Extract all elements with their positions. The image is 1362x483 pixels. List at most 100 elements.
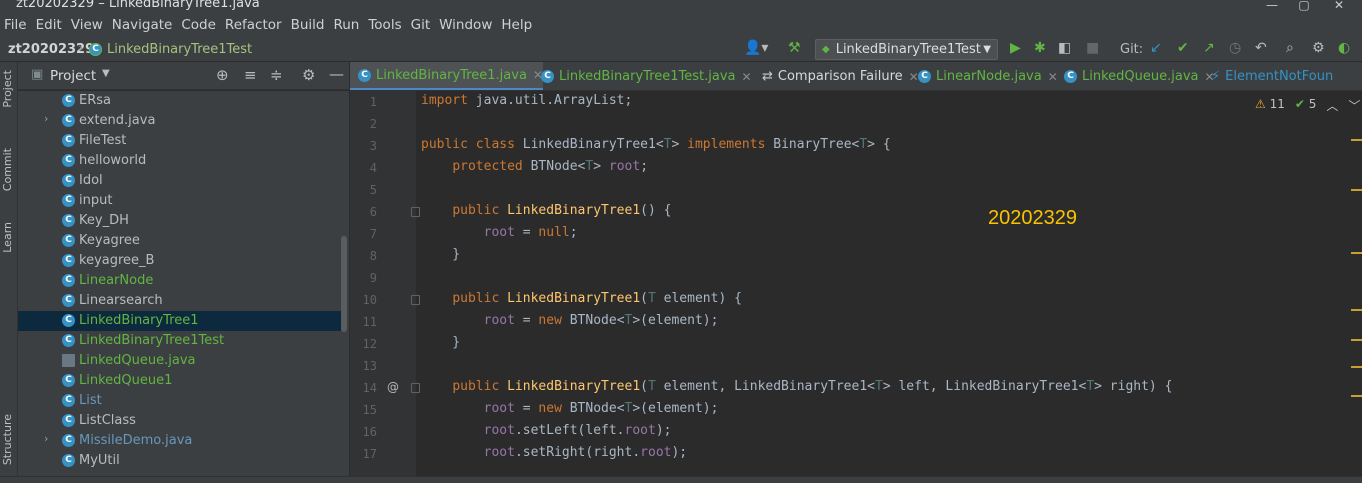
tree-item[interactable]: C Keyagree <box>18 231 341 251</box>
menu-file[interactable]: File <box>2 17 34 33</box>
editor-tab[interactable]: C LinkedBinaryTree1.java ✕ <box>350 62 543 90</box>
fold-marker-icon[interactable] <box>411 207 420 217</box>
code-line[interactable]: import java.util.ArrayList; <box>421 93 632 108</box>
run-configuration-select[interactable]: ◆ LinkedBinaryTree1Test ▼ <box>815 39 998 60</box>
menu-view[interactable]: View <box>69 17 110 33</box>
menu-refactor[interactable]: Refactor <box>223 17 289 33</box>
editor-tab[interactable]: ⚡ ElementNotFoun <box>1203 62 1333 90</box>
tree-item[interactable]: C List <box>18 391 341 411</box>
code-line[interactable]: } <box>421 335 460 350</box>
debug-icon[interactable]: ✱ <box>1034 40 1046 60</box>
settings-gear-icon[interactable]: ⚙ <box>1312 40 1325 60</box>
maximize-icon[interactable]: ▢ <box>1290 0 1318 12</box>
code-line[interactable]: root.setRight(right.root); <box>421 445 688 460</box>
code-line[interactable]: root = new BTNode<T>(element); <box>421 313 719 328</box>
inspection-widget[interactable]: ⚠ 11 ✔ 5 ︿ ﹀ <box>1255 97 1360 114</box>
plugin-icon[interactable]: ◐ <box>1338 40 1350 60</box>
tree-item[interactable]: Ckeyagree_B <box>18 251 341 271</box>
code-line[interactable]: } <box>421 247 460 262</box>
tree-item[interactable]: C ListClass <box>18 411 341 431</box>
chevron-up-icon[interactable]: ︿ <box>1326 97 1338 114</box>
fold-marker-icon[interactable] <box>411 295 420 305</box>
error-stripe-mark[interactable] <box>1351 366 1362 368</box>
breadcrumb-file[interactable]: C LinkedBinaryTree1Test <box>89 42 252 57</box>
error-stripe-mark[interactable] <box>1351 309 1362 311</box>
editor-tab[interactable]: C LinkedQueue.java ✕ <box>1056 62 1215 90</box>
user-icon[interactable]: 👤▾ <box>744 40 768 60</box>
error-stripe-mark[interactable] <box>1351 339 1362 341</box>
menu-window[interactable]: Window <box>437 17 499 33</box>
tree-item[interactable]: C Idol <box>18 171 341 191</box>
chevron-down-icon[interactable]: ▼ <box>102 68 110 79</box>
editor-tab[interactable]: C LinkedBinaryTree1Test.java ✕ <box>533 62 752 90</box>
tree-item[interactable]: › Cextend.java <box>18 111 341 131</box>
rollback-icon[interactable]: ↶ <box>1255 40 1267 60</box>
menu-navigate[interactable]: Navigate <box>110 17 180 33</box>
tool-window-commit[interactable]: Commit <box>1 148 14 191</box>
code-line[interactable]: root = new BTNode<T>(element); <box>421 401 719 416</box>
tree-item[interactable]: LinkedQueue.java <box>18 351 341 371</box>
tree-item[interactable]: C LinearNode <box>18 271 341 291</box>
code-line[interactable]: root.setLeft(left.root); <box>421 423 672 438</box>
build-hammer-icon[interactable]: ⚒ <box>788 40 801 60</box>
coverage-icon[interactable]: ◧ <box>1058 40 1071 60</box>
expand-arrow-icon[interactable]: › <box>44 432 48 445</box>
project-view-selector[interactable]: Project <box>50 68 96 84</box>
tree-item[interactable]: C LinkedQueue1 <box>18 371 341 391</box>
tree-item[interactable]: › C MissileDemo.java <box>18 431 341 451</box>
code-line[interactable]: root = null; <box>421 225 578 240</box>
tree-item[interactable]: Cinput <box>18 191 341 211</box>
minimize-icon[interactable]: — <box>1258 0 1286 12</box>
code-line[interactable]: public LinkedBinaryTree1(T element) { <box>421 291 742 306</box>
tree-item[interactable]: C LinkedBinaryTree1 <box>18 311 341 331</box>
chevron-down-icon[interactable]: ﹀ <box>1348 97 1360 114</box>
run-icon[interactable]: ▶ <box>1010 40 1021 60</box>
menu-tools[interactable]: Tools <box>366 17 408 33</box>
tree-item[interactable]: C Key_DH <box>18 211 341 231</box>
gear-icon[interactable]: ⚙ <box>302 66 315 84</box>
menu-edit[interactable]: Edit <box>34 17 69 33</box>
expand-arrow-icon[interactable]: › <box>44 112 48 125</box>
tree-item[interactable]: C LinkedBinaryTree1Test <box>18 331 341 351</box>
collapse-all-icon[interactable]: ≑ <box>270 66 283 84</box>
tool-window-project[interactable]: Project <box>1 70 14 108</box>
stop-icon[interactable]: ■ <box>1086 40 1099 60</box>
locate-icon[interactable]: ⊕ <box>216 66 229 84</box>
git-commit-icon[interactable]: ✔ <box>1177 40 1189 60</box>
menu-git[interactable]: Git <box>409 17 438 33</box>
tree-item[interactable]: C FileTest <box>18 131 341 151</box>
hide-panel-icon[interactable]: — <box>329 65 344 83</box>
error-stripe-mark[interactable] <box>1351 395 1362 397</box>
menu-build[interactable]: Build <box>289 17 332 33</box>
tool-window-structure[interactable]: Structure <box>1 414 14 465</box>
code-line[interactable]: public LinkedBinaryTree1() { <box>421 203 671 218</box>
git-push-icon[interactable]: ↗ <box>1203 40 1215 60</box>
error-stripe-mark[interactable] <box>1351 139 1362 141</box>
menu-run[interactable]: Run <box>331 17 366 33</box>
tree-item[interactable]: C ERsa <box>18 91 341 111</box>
expand-all-icon[interactable]: ≡ <box>244 66 257 84</box>
override-gutter-icon[interactable]: @ <box>387 380 399 394</box>
error-stripe-mark[interactable] <box>1351 252 1362 254</box>
close-tab-icon[interactable]: ✕ <box>742 70 752 84</box>
fold-marker-icon[interactable] <box>411 383 420 393</box>
java-file-icon <box>62 354 75 367</box>
close-icon[interactable]: ✕ <box>1325 0 1353 12</box>
class-icon: C <box>62 434 75 447</box>
tree-scrollbar[interactable] <box>341 236 347 332</box>
code-line[interactable]: public class LinkedBinaryTree1<T> implem… <box>421 137 891 152</box>
tree-item[interactable]: C MyUtil <box>18 451 341 471</box>
history-icon[interactable]: ◷ <box>1229 40 1241 60</box>
editor-tab[interactable]: C LinearNode.java ✕ <box>910 62 1058 90</box>
menu-code[interactable]: Code <box>179 17 223 33</box>
search-icon[interactable]: ⌕ <box>1286 40 1294 60</box>
editor-tab[interactable]: ⇄ Comparison Failure ✕ <box>754 62 919 90</box>
menu-help[interactable]: Help <box>499 17 539 33</box>
error-stripe-mark[interactable] <box>1351 189 1362 191</box>
code-line[interactable]: public LinkedBinaryTree1(T element, Link… <box>421 379 1172 394</box>
tree-item[interactable]: Chelloworld <box>18 151 341 171</box>
tree-item[interactable]: C Linearsearch <box>18 291 341 311</box>
git-update-icon[interactable]: ↙ <box>1150 40 1162 60</box>
code-line[interactable]: protected BTNode<T> root; <box>421 159 648 174</box>
tool-window-learn[interactable]: Learn <box>1 222 14 253</box>
